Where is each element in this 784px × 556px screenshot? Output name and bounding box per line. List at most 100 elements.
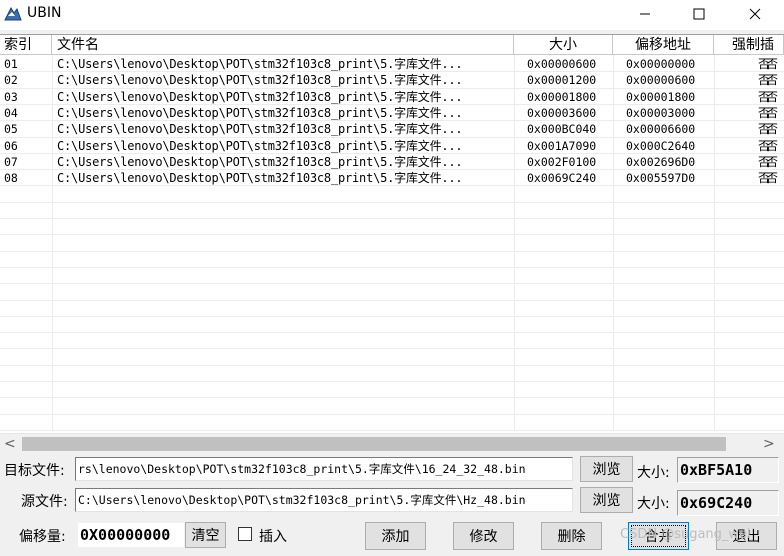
cell-offset: 0x005597D0	[626, 171, 696, 186]
table-row[interactable]: 01 C:\Users\lenovo\Desktop\POT\stm32f103c…	[0, 56, 784, 72]
offset-input[interactable]: 0X00000000	[78, 523, 184, 547]
column-header-filename[interactable]: 文件名	[52, 35, 514, 55]
cell-size: 0x00000600	[527, 57, 597, 71]
grid-line	[0, 201, 784, 203]
cell-index: 06	[4, 138, 18, 153]
maximize-button[interactable]	[676, 0, 722, 28]
clear-button[interactable]: 清空	[185, 522, 226, 548]
cell-filename: C:\Users\lenovo\Desktop\POT\stm32f103c8_…	[57, 105, 463, 120]
cell-index: 03	[4, 89, 18, 104]
source-file-label: 源文件:	[21, 494, 68, 510]
cell-force-insert: 否否	[758, 122, 778, 137]
cell-size: 0x000BC040	[527, 122, 597, 137]
offset-label: 偏移量:	[19, 529, 66, 545]
cell-force-insert: 否否	[758, 138, 778, 153]
table-row[interactable]: 02 C:\Users\lenovo\Desktop\POT\stm32f103c…	[0, 72, 784, 88]
watermark: CSDN @sugang_wei	[620, 527, 751, 542]
insert-label: 插入	[259, 529, 287, 545]
grid-line	[0, 348, 784, 350]
table-row[interactable]: 08 C:\Users\lenovo\Desktop\POT\stm32f103c…	[0, 170, 784, 186]
title-bar: UBIN	[0, 0, 784, 30]
cell-size: 0x0069C240	[527, 171, 597, 186]
close-button[interactable]	[732, 0, 778, 28]
cell-index: 05	[4, 122, 18, 137]
cell-force-insert: 否否	[758, 73, 778, 88]
cell-force-insert: 否否	[758, 57, 778, 71]
cell-filename: C:\Users\lenovo\Desktop\POT\stm32f103c8_…	[57, 122, 463, 137]
file-list-view[interactable]: 索引 文件名 大小 偏移地址 强制插 01 C:\Users\lenovo\Des…	[0, 34, 784, 453]
add-button[interactable]: 添加	[365, 522, 426, 550]
grid-line	[0, 299, 784, 301]
table-row[interactable]: 06 C:\Users\lenovo\Desktop\POT\stm32f103c…	[0, 138, 784, 154]
cell-filename: C:\Users\lenovo\Desktop\POT\stm32f103c8_…	[57, 57, 463, 71]
column-header-size[interactable]: 大小	[514, 35, 613, 55]
cell-filename: C:\Users\lenovo\Desktop\POT\stm32f103c8_…	[57, 138, 463, 153]
insert-checkbox[interactable]	[238, 527, 252, 541]
target-size-label: 大小:	[637, 465, 670, 481]
grid-line	[0, 429, 784, 431]
table-row[interactable]: 05 C:\Users\lenovo\Desktop\POT\stm32f103c…	[0, 121, 784, 137]
column-header-index[interactable]: 索引	[0, 35, 52, 55]
grid-line	[0, 332, 784, 334]
cell-force-insert: 否否	[758, 154, 778, 169]
grid-line	[0, 283, 784, 285]
scroll-right-icon[interactable]: >	[763, 436, 777, 452]
scroll-thumb[interactable]	[22, 437, 726, 451]
grid-line	[0, 364, 784, 366]
list-header: 索引 文件名 大小 偏移地址 强制插	[0, 35, 784, 55]
cell-filename: C:\Users\lenovo\Desktop\POT\stm32f103c8_…	[57, 89, 463, 104]
column-header-offset[interactable]: 偏移地址	[613, 35, 714, 55]
cell-offset: 0x002696D0	[626, 154, 696, 169]
minimize-icon	[640, 13, 650, 15]
cell-filename: C:\Users\lenovo\Desktop\POT\stm32f103c8_…	[57, 154, 463, 169]
grid-line	[0, 218, 784, 219]
grid-line	[0, 315, 784, 317]
grid-line	[0, 397, 784, 399]
source-size-label: 大小:	[637, 496, 670, 512]
scroll-left-icon[interactable]: <	[4, 436, 18, 452]
target-file-field[interactable]: rs\lenovo\Desktop\POT\stm32f103c8_print\…	[75, 457, 573, 481]
cell-index: 07	[4, 154, 18, 169]
grid-line	[0, 234, 784, 236]
grid-line	[0, 250, 784, 252]
cell-offset: 0x00000000	[626, 57, 696, 71]
source-browse-button[interactable]: 浏览	[580, 487, 633, 513]
grid-line	[0, 266, 784, 268]
cell-force-insert: 否否	[758, 171, 778, 186]
cell-filename: C:\Users\lenovo\Desktop\POT\stm32f103c8_…	[57, 73, 463, 88]
cell-filename: C:\Users\lenovo\Desktop\POT\stm32f103c8_…	[57, 171, 463, 186]
grid-line	[0, 413, 784, 415]
modify-button[interactable]: 修改	[453, 522, 514, 550]
target-browse-button[interactable]: 浏览	[580, 456, 633, 482]
close-icon	[749, 8, 761, 20]
cell-index: 04	[4, 105, 18, 120]
cell-force-insert: 否否	[758, 105, 778, 120]
cell-size: 0x00001800	[527, 89, 597, 104]
table-row[interactable]: 07 C:\Users\lenovo\Desktop\POT\stm32f103c…	[0, 154, 784, 170]
table-row[interactable]: 03 C:\Users\lenovo\Desktop\POT\stm32f103c…	[0, 89, 784, 105]
source-file-field[interactable]: C:\Users\lenovo\Desktop\POT\stm32f103c8_…	[75, 488, 573, 512]
grid-line	[0, 381, 784, 382]
cell-size: 0x002F0100	[527, 154, 597, 169]
maximize-icon	[693, 8, 705, 20]
window-title: UBIN	[27, 5, 62, 21]
cell-size: 0x00001200	[527, 73, 597, 88]
cell-size: 0x00003600	[527, 105, 597, 120]
target-size-value: 0xBF5A10	[677, 457, 779, 483]
target-file-label: 目标文件:	[4, 463, 65, 479]
cell-index: 08	[4, 171, 18, 186]
cell-size: 0x001A7090	[527, 138, 597, 153]
cell-force-insert: 否否	[758, 89, 778, 104]
cell-offset: 0x00006600	[626, 122, 696, 137]
delete-button[interactable]: 删除	[541, 522, 602, 550]
source-size-value: 0x69C240	[677, 490, 779, 516]
column-header-force-insert[interactable]: 强制插	[714, 35, 784, 55]
cell-index: 01	[4, 57, 18, 71]
table-row[interactable]: 04 C:\Users\lenovo\Desktop\POT\stm32f103c…	[0, 105, 784, 121]
horizontal-scrollbar[interactable]: < >	[0, 433, 784, 453]
minimize-button[interactable]	[622, 0, 668, 28]
cell-index: 02	[4, 73, 18, 88]
cell-offset: 0x00001800	[626, 89, 696, 104]
cell-offset: 0x00003000	[626, 105, 696, 120]
app-icon	[4, 6, 22, 21]
